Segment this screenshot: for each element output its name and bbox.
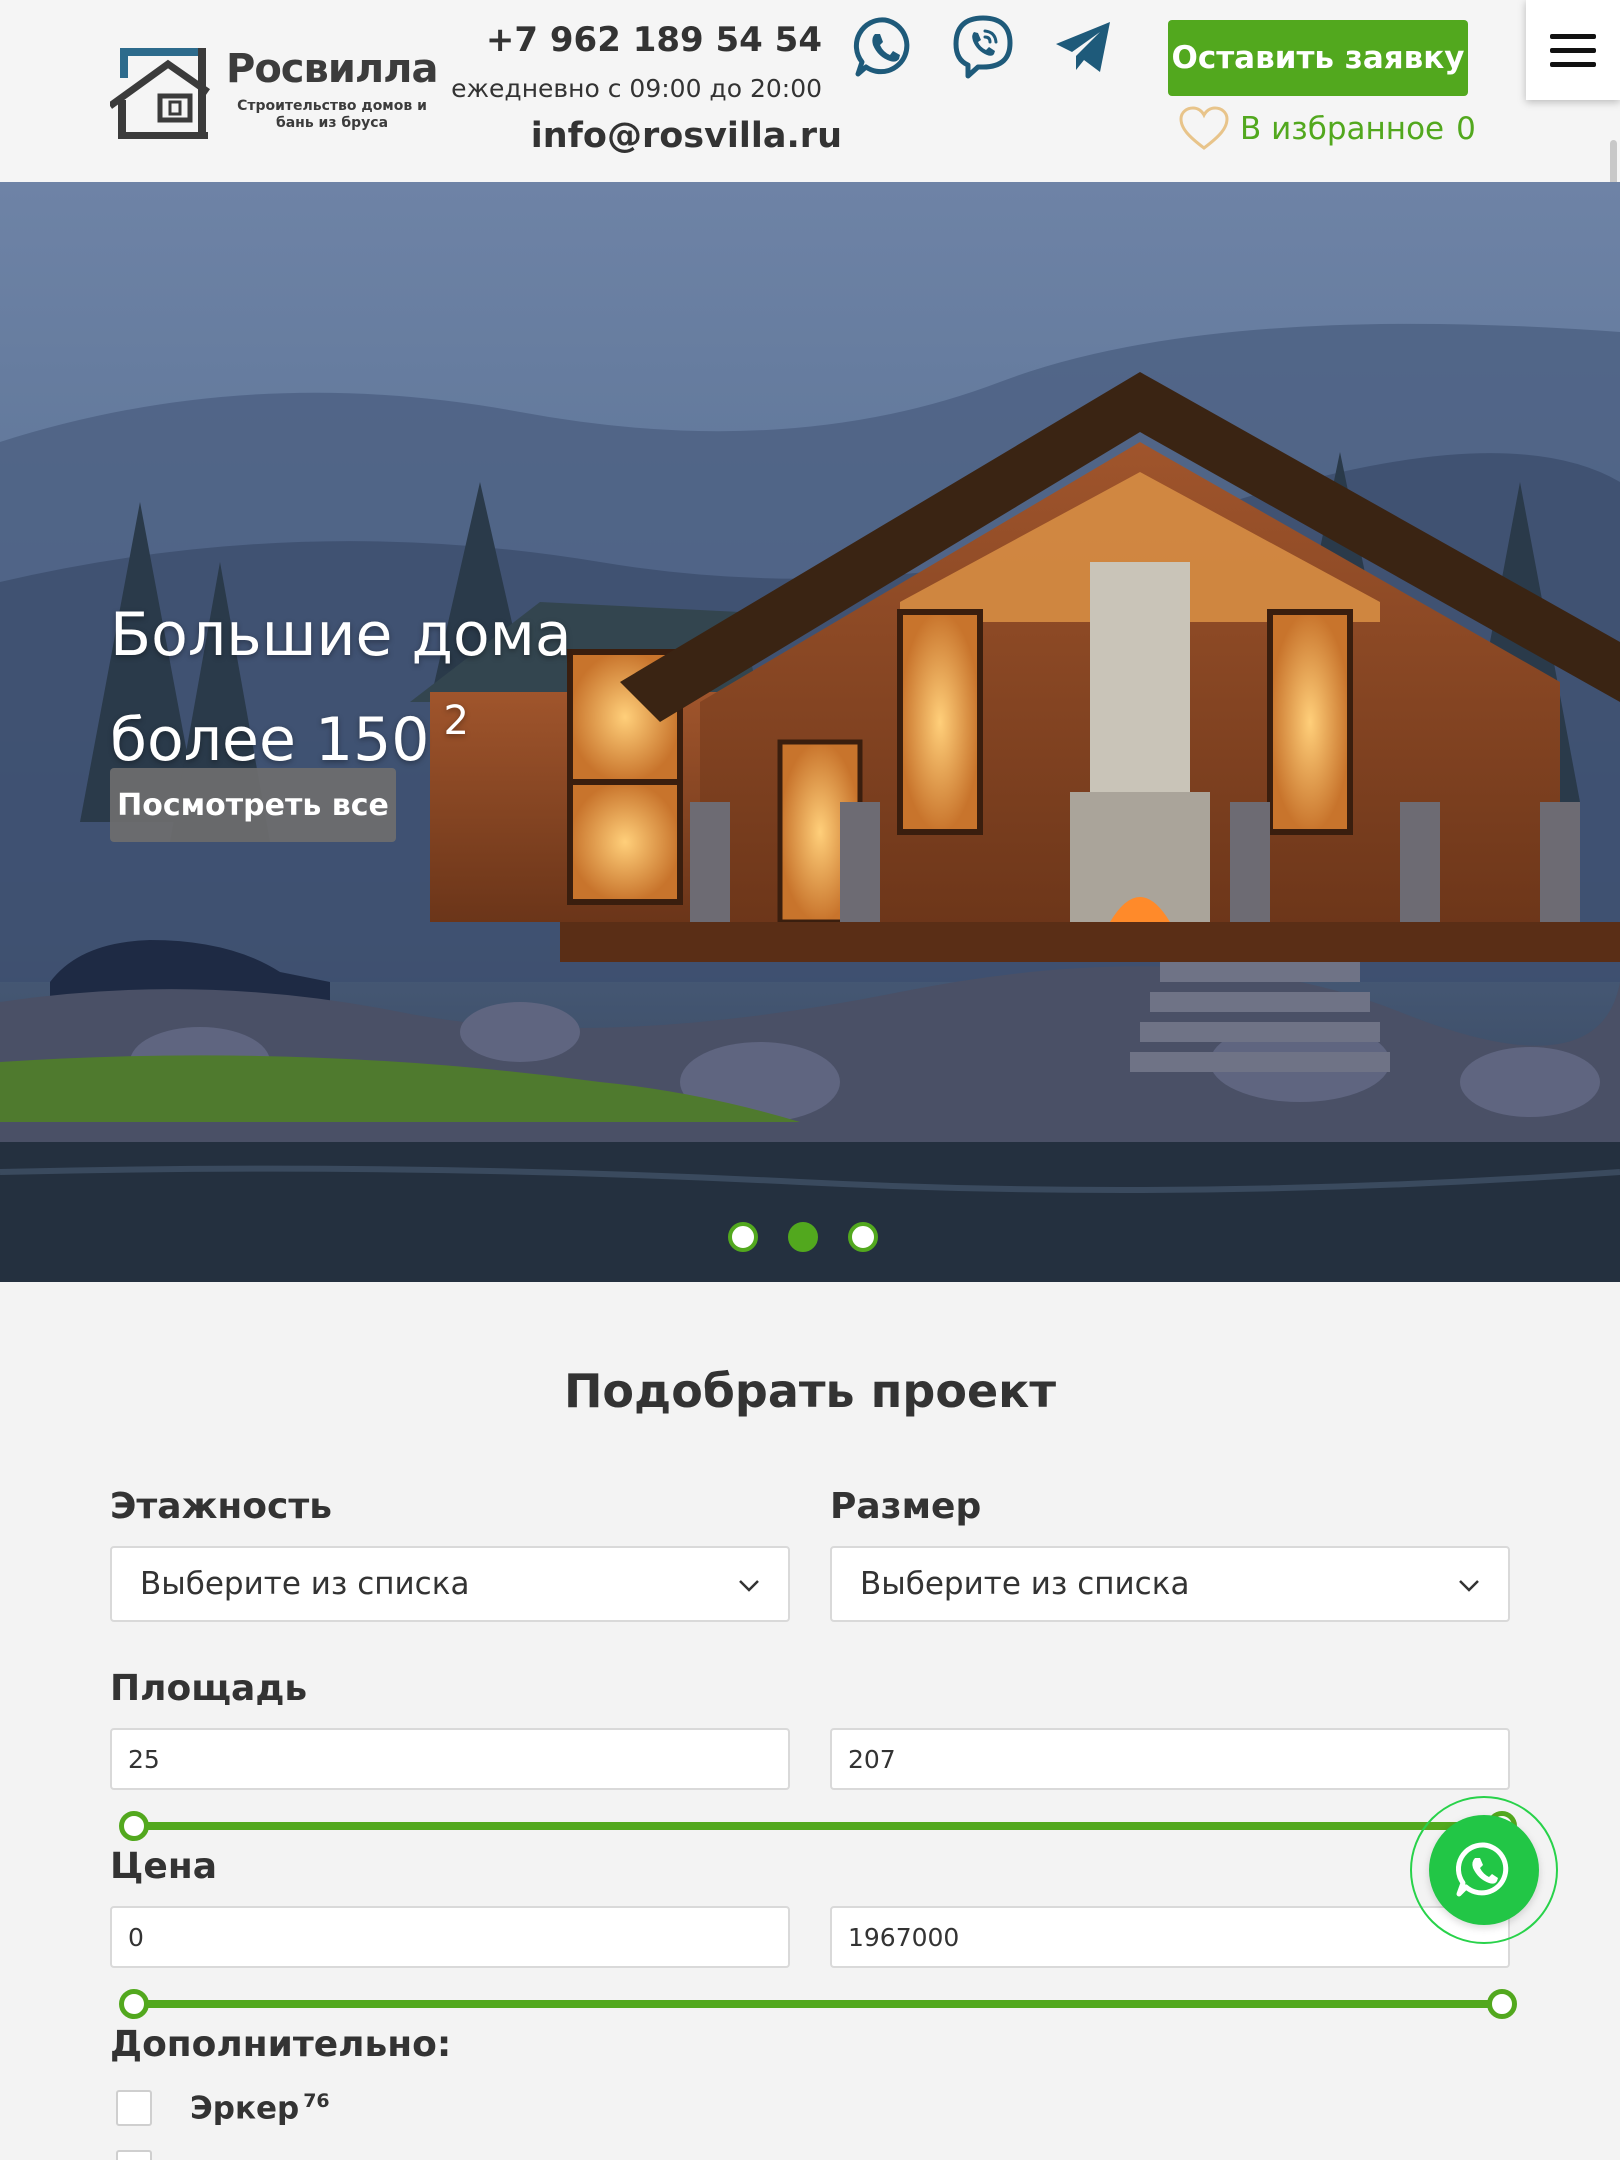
hero-title-text2: более 150 xyxy=(110,705,430,775)
viber-icon[interactable] xyxy=(950,14,1016,80)
view-all-button[interactable]: Посмотреть все xyxy=(110,768,396,842)
slider-dot-3[interactable] xyxy=(848,1222,878,1252)
email-link[interactable]: info@rosvilla.ru xyxy=(470,116,842,156)
size-label: Размер xyxy=(830,1486,982,1527)
site-header: Росвилла Строительство домов и бань из б… xyxy=(0,0,1620,182)
size-select-value: Выберите из списка xyxy=(860,1566,1190,1602)
slider-dot-1[interactable] xyxy=(728,1222,758,1252)
extra-label: Дополнительно: xyxy=(110,2024,452,2065)
area-min-input[interactable]: 25 xyxy=(110,1728,790,1790)
price-label: Цена xyxy=(110,1846,217,1887)
area-max-input[interactable]: 207 xyxy=(830,1728,1510,1790)
whatsapp-chat-button[interactable] xyxy=(1410,1796,1558,1944)
erker-count: 76 xyxy=(303,2090,330,2112)
chevron-down-icon xyxy=(1459,1580,1479,1592)
telegram-icon[interactable] xyxy=(1050,14,1116,80)
logo-subtitle: Строительство домов и бань из бруса xyxy=(237,98,427,131)
whatsapp-icon[interactable] xyxy=(852,14,918,80)
area-range-min-handle[interactable] xyxy=(119,1811,149,1841)
price-range-track[interactable] xyxy=(134,2000,1504,2008)
phone-link[interactable]: +7 962 189 54 54 xyxy=(470,20,822,60)
heart-icon xyxy=(1179,106,1229,150)
filter-title: Подобрать проект xyxy=(563,1364,1057,1418)
size-select[interactable]: Выберите из списка xyxy=(830,1546,1510,1622)
hamburger-menu-icon[interactable] xyxy=(1526,0,1620,100)
house-logo-icon xyxy=(110,48,211,139)
extra-option-erker[interactable]: Эркер 76 xyxy=(116,2090,330,2126)
price-min-input[interactable]: 0 xyxy=(110,1906,790,1968)
slider-dot-2[interactable] xyxy=(788,1222,818,1252)
chevron-down-icon xyxy=(739,1580,759,1592)
hero-title-superscript: 2 xyxy=(443,698,469,744)
price-max-input[interactable]: 1967000 xyxy=(830,1906,1510,1968)
erker-checkbox[interactable] xyxy=(116,2090,152,2127)
favorites-count: 0 xyxy=(1456,111,1476,147)
extra-option-next[interactable] xyxy=(116,2150,190,2160)
hero-slider: Большие дома более 150 2 Посмотреть все xyxy=(0,182,1620,1282)
area-range-track[interactable] xyxy=(134,1822,1504,1830)
area-label: Площадь xyxy=(110,1668,308,1709)
working-hours: ежедневно с 09:00 до 20:00 xyxy=(451,74,822,103)
floors-select[interactable]: Выберите из списка xyxy=(110,1546,790,1622)
floors-select-value: Выберите из списка xyxy=(140,1566,470,1602)
logo-name: Росвилла xyxy=(226,46,438,92)
price-range-max-handle[interactable] xyxy=(1487,1989,1517,2019)
next-option-checkbox[interactable] xyxy=(116,2150,152,2160)
favorites-link[interactable]: В избранное 0 xyxy=(1178,104,1476,154)
erker-label: Эркер 76 xyxy=(190,2090,330,2126)
slider-dots xyxy=(728,1222,878,1252)
floors-label: Этажность xyxy=(110,1486,332,1527)
whatsapp-chat-icon xyxy=(1429,1815,1539,1925)
price-range-min-handle[interactable] xyxy=(119,1989,149,2019)
hero-title: Большие дома более 150 2 xyxy=(110,592,572,783)
erker-label-text: Эркер xyxy=(190,2090,300,2127)
request-button[interactable]: Оставить заявку xyxy=(1168,20,1468,96)
hero-title-line1: Большие дома xyxy=(110,600,572,670)
favorites-label: В избранное xyxy=(1240,111,1445,147)
logo[interactable]: Росвилла Строительство домов и бань из б… xyxy=(110,44,438,140)
